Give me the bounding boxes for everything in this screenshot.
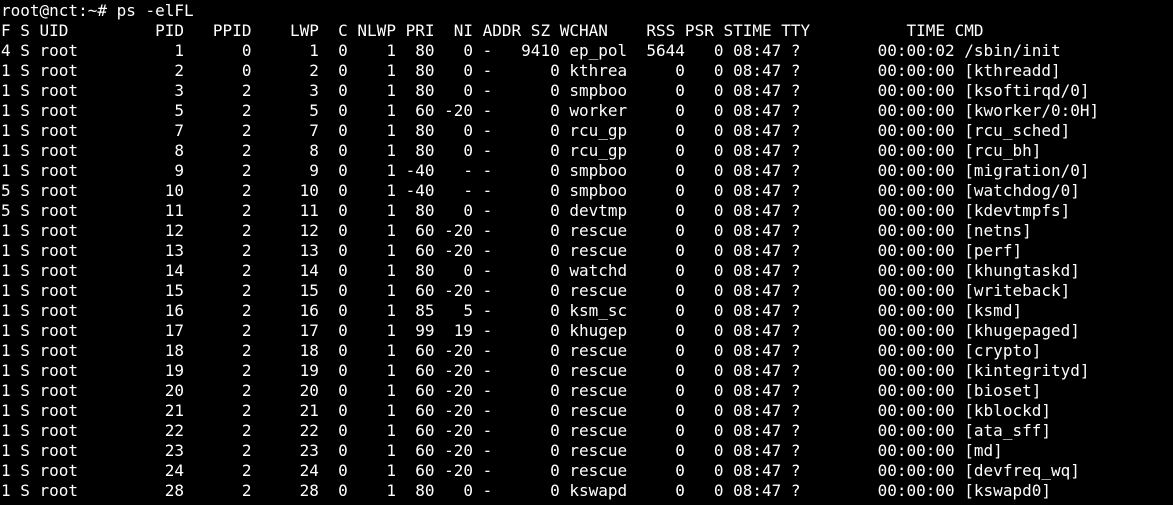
process-row: 4 S root 1 0 1 0 1 80 0 - 9410 ep_pol 56… (1, 41, 1061, 60)
process-row: 1 S root 15 2 15 0 1 60 -20 - 0 rescue 0… (1, 281, 1071, 300)
process-row: 1 S root 5 2 5 0 1 60 -20 - 0 worker 0 0… (1, 101, 1100, 120)
process-row: 1 S root 17 2 17 0 1 99 19 - 0 khugep 0 … (1, 321, 1080, 340)
process-row: 1 S root 9 2 9 0 1 -40 - - 0 smpboo 0 0 … (1, 161, 1090, 180)
process-row: 5 S root 11 2 11 0 1 80 0 - 0 devtmp 0 0… (1, 201, 1071, 220)
process-row: 1 S root 23 2 23 0 1 60 -20 - 0 rescue 0… (1, 441, 1003, 460)
process-row: 1 S root 20 2 20 0 1 60 -20 - 0 rescue 0… (1, 381, 1042, 400)
process-row: 1 S root 7 2 7 0 1 80 0 - 0 rcu_gp 0 0 0… (1, 121, 1071, 140)
ps-header-row: F S UID PID PPID LWP C NLWP PRI NI ADDR … (1, 21, 984, 40)
process-row: 1 S root 28 2 28 0 1 80 0 - 0 kswapd 0 0… (1, 481, 1051, 500)
process-row: 1 S root 3 2 3 0 1 80 0 - 0 smpboo 0 0 0… (1, 81, 1090, 100)
process-row: 1 S root 8 2 8 0 1 80 0 - 0 rcu_gp 0 0 0… (1, 141, 1042, 160)
process-row: 1 S root 12 2 12 0 1 60 -20 - 0 rescue 0… (1, 221, 1032, 240)
process-row: 1 S root 2 0 2 0 1 80 0 - 0 kthrea 0 0 0… (1, 61, 1061, 80)
process-row: 1 S root 24 2 24 0 1 60 -20 - 0 rescue 0… (1, 461, 1080, 480)
process-row: 1 S root 13 2 13 0 1 60 -20 - 0 rescue 0… (1, 241, 1023, 260)
process-row: 1 S root 18 2 18 0 1 60 -20 - 0 rescue 0… (1, 341, 1042, 360)
process-row: 1 S root 14 2 14 0 1 80 0 - 0 watchd 0 0… (1, 261, 1080, 280)
process-row: 5 S root 10 2 10 0 1 -40 - - 0 smpboo 0 … (1, 181, 1080, 200)
command-prompt-line: root@nct:~# ps -elFL (1, 1, 194, 20)
terminal-window[interactable]: root@nct:~# ps -elFL F S UID PID PPID LW… (0, 0, 1173, 505)
process-row: 1 S root 22 2 22 0 1 60 -20 - 0 rescue 0… (1, 421, 1051, 440)
process-row: 1 S root 16 2 16 0 1 85 5 - 0 ksm_sc 0 0… (1, 301, 1023, 320)
process-row: 1 S root 21 2 21 0 1 60 -20 - 0 rescue 0… (1, 401, 1051, 420)
process-row: 1 S root 19 2 19 0 1 60 -20 - 0 rescue 0… (1, 361, 1090, 380)
